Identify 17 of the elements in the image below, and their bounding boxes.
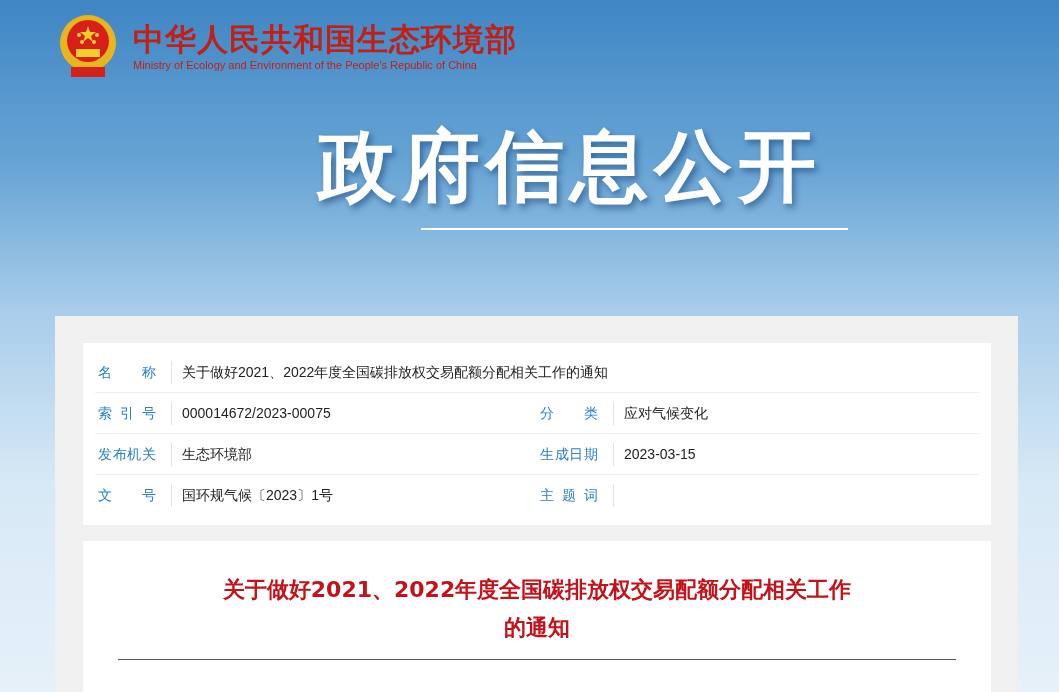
article-title: 关于做好2021、2022年度全国碳排放权交易配额分配相关工作 的通知 xyxy=(221,576,853,642)
field-label: 分类 xyxy=(540,403,598,423)
field-label: 名称 xyxy=(98,362,156,382)
field-label: 索引号 xyxy=(98,403,156,423)
site-title: 中华人民共和国生态环境部 xyxy=(133,20,517,58)
field-value: 000014672/2023-00075 xyxy=(182,403,331,423)
field-label: 主题词 xyxy=(540,486,598,505)
field-value: 生态环境部 xyxy=(182,444,252,464)
banner-title: 政府信息公开 xyxy=(317,120,822,213)
field-value: 国环规气候〔2023〕1号 xyxy=(182,486,333,505)
field-value: 2023-03-15 xyxy=(624,444,696,464)
field-label: 生成日期 xyxy=(540,444,598,464)
field-label: 文号 xyxy=(98,486,156,505)
field-label: 发布机关 xyxy=(98,444,156,464)
site-subtitle: Ministry of Ecology and Environment of the People's Republic of China xyxy=(133,58,478,72)
field-value: 应对气候变化 xyxy=(624,403,708,423)
field-value: 关于做好2021、2022年度全国碳排放权交易配额分配相关工作的通知 xyxy=(182,362,609,382)
